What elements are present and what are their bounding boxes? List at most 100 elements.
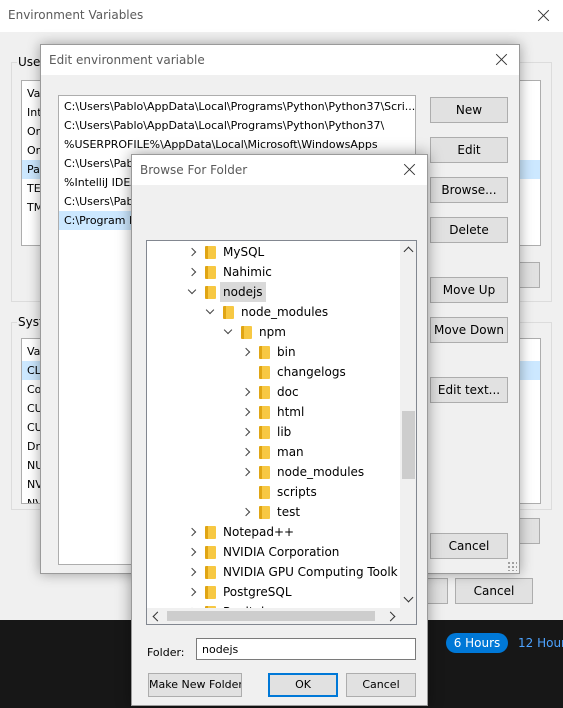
- tree-item[interactable]: node_modules: [147, 462, 401, 482]
- taskbar-6-hours-chip[interactable]: 6 Hours: [446, 633, 508, 653]
- tree-item[interactable]: changelogs: [147, 362, 401, 382]
- chevron-right-icon[interactable]: [241, 447, 251, 457]
- tree-item-label: NVIDIA GPU Computing Toolk: [223, 565, 398, 579]
- tree-horizontal-scrollbar[interactable]: [147, 608, 401, 624]
- folder-icon: [259, 346, 270, 359]
- folder-name-input[interactable]: [196, 638, 416, 660]
- list-item[interactable]: %USERPROFILE%\AppData\Local\Microsoft\Wi…: [59, 135, 415, 154]
- tree-item-label: man: [277, 445, 304, 459]
- tree-item-label: Notepad++: [223, 525, 295, 539]
- folder-icon: [259, 406, 270, 419]
- tree-item[interactable]: node_modules: [147, 302, 401, 322]
- chevron-right-icon[interactable]: [241, 347, 251, 357]
- env-window-title: Environment Variables: [8, 8, 144, 22]
- ok-button[interactable]: OK: [268, 673, 338, 697]
- tree-vertical-scrollbar[interactable]: [400, 241, 416, 609]
- chevron-right-icon[interactable]: [187, 527, 197, 537]
- move-up-button[interactable]: Move Up: [430, 277, 508, 303]
- folder-icon: [205, 526, 216, 539]
- delete-button[interactable]: Delete: [430, 217, 508, 243]
- tree-item-label: lib: [277, 425, 292, 439]
- tree-item[interactable]: PostgreSQL: [147, 582, 401, 602]
- close-icon[interactable]: [399, 159, 421, 181]
- folder-icon: [259, 506, 270, 519]
- close-icon[interactable]: [533, 5, 555, 27]
- tree-item-label: npm: [259, 325, 286, 339]
- tree-item-label: changelogs: [277, 365, 346, 379]
- tree-item[interactable]: doc: [147, 382, 401, 402]
- chevron-right-icon[interactable]: [241, 387, 251, 397]
- tree-item[interactable]: nodejs: [147, 282, 401, 302]
- tree-item-label: NVIDIA Corporation: [223, 545, 340, 559]
- scroll-up-icon[interactable]: [403, 246, 414, 257]
- chevron-down-icon[interactable]: [223, 325, 233, 335]
- new-button[interactable]: New: [430, 97, 508, 123]
- resize-grip-icon[interactable]: [507, 561, 517, 571]
- tree-item-label: node_modules: [277, 465, 365, 479]
- chevron-right-icon[interactable]: [187, 267, 197, 277]
- chevron-right-icon[interactable]: [241, 507, 251, 517]
- chevron-right-icon[interactable]: [241, 467, 251, 477]
- browse-cancel-button[interactable]: Cancel: [346, 673, 416, 697]
- folder-icon: [259, 386, 270, 399]
- scroll-left-icon[interactable]: [152, 611, 163, 622]
- close-icon[interactable]: [491, 49, 513, 71]
- folder-icon: [259, 486, 270, 499]
- edit-titlebar: Edit environment variable: [41, 45, 519, 75]
- folder-icon: [205, 246, 216, 259]
- folder-field-label: Folder:: [147, 646, 185, 659]
- chevron-right-icon[interactable]: [241, 427, 251, 437]
- tree-item[interactable]: test: [147, 502, 401, 522]
- chevron-right-icon[interactable]: [187, 567, 197, 577]
- tree-item[interactable]: scripts: [147, 482, 401, 502]
- tree-item-label: PostgreSQL: [223, 585, 292, 599]
- tree-item[interactable]: Notepad++: [147, 522, 401, 542]
- tree-item[interactable]: npm: [147, 322, 401, 342]
- browse-titlebar: Browse For Folder: [132, 155, 427, 185]
- list-item[interactable]: C:\Users\Pablo\AppData\Local\Programs\Py…: [59, 97, 415, 116]
- tree-item[interactable]: NVIDIA GPU Computing Toolk: [147, 562, 401, 582]
- folder-tree[interactable]: MySQL Nahimic nodejs node_modules npm bin chan…: [146, 240, 417, 625]
- folder-icon: [205, 566, 216, 579]
- chevron-down-icon[interactable]: [205, 305, 215, 315]
- tree-item-label: scripts: [277, 485, 317, 499]
- tree-item-label: bin: [277, 345, 296, 359]
- chevron-right-icon[interactable]: [187, 247, 197, 257]
- edit-window-title: Edit environment variable: [49, 53, 205, 67]
- chevron-down-icon[interactable]: [187, 285, 197, 295]
- list-item[interactable]: C:\Users\Pablo\AppData\Local\Programs\Py…: [59, 116, 415, 135]
- tree-item-label: test: [277, 505, 301, 519]
- browse-dialog-title: Browse For Folder: [140, 163, 248, 177]
- make-new-folder-button[interactable]: Make New Folder: [148, 673, 242, 697]
- folder-icon: [223, 306, 234, 319]
- move-down-button[interactable]: Move Down: [430, 317, 508, 343]
- browse-button[interactable]: Browse...: [430, 177, 508, 203]
- scroll-down-icon[interactable]: [403, 592, 414, 603]
- tree-horizontal-scroll-thumb[interactable]: [167, 611, 375, 621]
- edit-button[interactable]: Edit: [430, 137, 508, 163]
- tree-item-label: MySQL: [223, 245, 265, 259]
- folder-icon: [259, 366, 270, 379]
- scroll-right-icon[interactable]: [385, 611, 396, 622]
- scrollbar-corner: [400, 608, 416, 624]
- tree-item[interactable]: NVIDIA Corporation: [147, 542, 401, 562]
- folder-icon: [259, 466, 270, 479]
- tree-item[interactable]: bin: [147, 342, 401, 362]
- tree-item[interactable]: MySQL: [147, 242, 401, 262]
- taskbar-12-hours-chip[interactable]: 12 Hours: [518, 633, 563, 653]
- env-titlebar: Environment Variables: [0, 0, 563, 32]
- tree-item[interactable]: lib: [147, 422, 401, 442]
- edit-cancel-button[interactable]: Cancel: [430, 533, 508, 559]
- chevron-right-icon[interactable]: [187, 587, 197, 597]
- folder-icon: [205, 266, 216, 279]
- chevron-right-icon[interactable]: [241, 407, 251, 417]
- tree-item-label: html: [277, 405, 305, 419]
- chevron-right-icon[interactable]: [187, 547, 197, 557]
- tree-vertical-scroll-thumb[interactable]: [402, 411, 415, 479]
- folder-icon: [259, 426, 270, 439]
- edit-text-button[interactable]: Edit text...: [430, 377, 508, 403]
- env-cancel-button[interactable]: Cancel: [455, 578, 533, 604]
- tree-item[interactable]: man: [147, 442, 401, 462]
- tree-item[interactable]: Nahimic: [147, 262, 401, 282]
- tree-item[interactable]: html: [147, 402, 401, 422]
